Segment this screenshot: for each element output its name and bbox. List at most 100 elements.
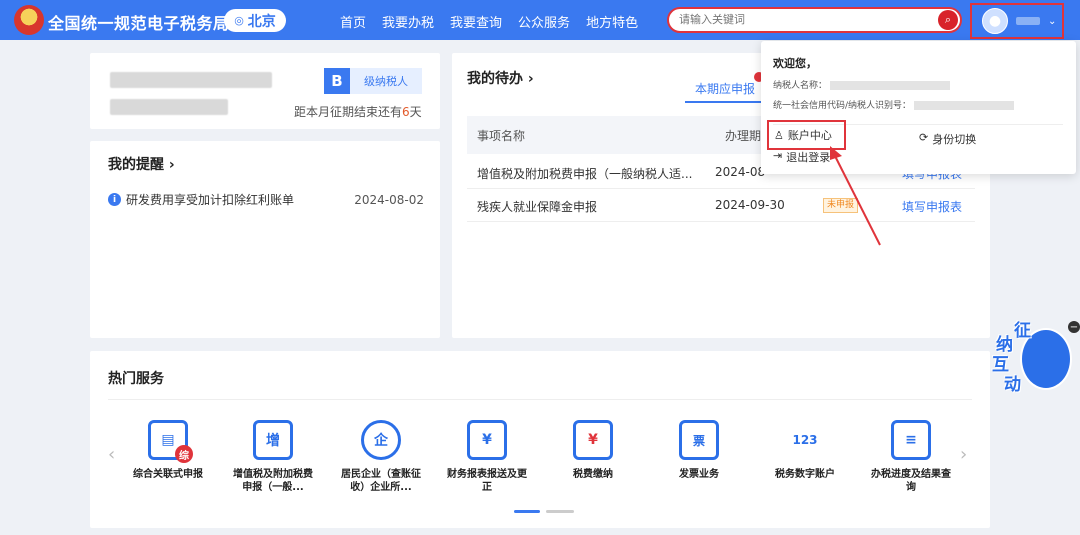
service-label: 增值税及附加税费申报（一般... bbox=[233, 469, 313, 493]
hot-services-title: 热门服务 bbox=[108, 371, 164, 387]
digital-account-icon: 123 bbox=[785, 420, 825, 460]
deadline-days: 6 bbox=[402, 105, 410, 119]
financial-statement-icon: ¥ bbox=[467, 420, 507, 460]
service-label: 财务报表报送及更正 bbox=[447, 469, 527, 493]
credit-grade-label: 级纳税人 bbox=[350, 68, 422, 94]
credit-code-line: 统一社会信用代码/纳税人识别号： bbox=[773, 98, 1014, 111]
taxpayer-id-masked bbox=[110, 99, 228, 115]
nav-handle-tax[interactable]: 我要办税 bbox=[382, 12, 434, 31]
service-item-financial-statement[interactable]: ¥ 财务报表报送及更正 bbox=[439, 420, 535, 494]
glyph: 123 bbox=[792, 433, 818, 447]
col-deadline: 办理期 bbox=[725, 129, 762, 143]
reminder-date: 2024-08-02 bbox=[354, 192, 424, 207]
tax-payment-icon: ¥ bbox=[573, 420, 613, 460]
site-title[interactable]: 全国统一规范电子税务局 bbox=[48, 10, 230, 34]
switch-identity-button[interactable]: ⟳ 身份切换 bbox=[919, 131, 976, 147]
welcome-text: 欢迎您， bbox=[773, 57, 817, 70]
user-icon: ♙ bbox=[774, 128, 784, 142]
mascot-char: 征 bbox=[1014, 321, 1031, 341]
service-label: 发票业务 bbox=[679, 469, 719, 480]
refresh-icon: ⟳ bbox=[919, 131, 929, 144]
nav-query[interactable]: 我要查询 bbox=[450, 12, 502, 31]
fill-report-link[interactable]: 填写申报表 bbox=[902, 198, 962, 215]
user-menu-trigger[interactable]: ● ⌄ bbox=[970, 3, 1064, 39]
reminder-item[interactable]: i 研发费用享受加计扣除红利账单 2024-08-02 bbox=[108, 191, 424, 208]
credit-code-label: 统一社会信用代码/纳税人识别号： bbox=[773, 101, 912, 111]
carousel-next-icon[interactable]: › bbox=[960, 444, 967, 465]
tax-bureau-emblem-icon bbox=[14, 5, 44, 35]
user-dropdown: 欢迎您， 纳税人名称： 统一社会信用代码/纳税人识别号： ♙ 账户中心 ⟳ 身份… bbox=[761, 41, 1076, 174]
reminder-text: 研发费用享受加计扣除红利账单 bbox=[126, 193, 295, 207]
top-header: 全国统一规范电子税务局 ◎ 北京 首页 我要办税 我要查询 公众服务 地方特色 … bbox=[0, 0, 1080, 40]
credit-code-masked bbox=[913, 101, 1014, 110]
service-item-enterprise-tax[interactable]: 企 居民企业（查账征收）企业所... bbox=[333, 420, 429, 494]
comprehensive-report-icon: ▤ 综 bbox=[148, 420, 193, 463]
search-box: ⌕ bbox=[667, 7, 962, 33]
glyph: 企 bbox=[374, 433, 388, 449]
col-item-name: 事项名称 bbox=[477, 129, 526, 143]
credit-grade-badge: B bbox=[324, 68, 350, 94]
service-label: 税务数字账户 bbox=[775, 469, 835, 480]
main-nav: 首页 我要办税 我要查询 公众服务 地方特色 bbox=[340, 12, 638, 31]
mascot-char: 动 bbox=[1004, 375, 1021, 395]
tab-underline bbox=[685, 101, 765, 103]
service-item-comprehensive[interactable]: ▤ 综 综合关联式申报 bbox=[120, 420, 216, 481]
service-label: 居民企业（查账征收）企业所... bbox=[341, 469, 421, 493]
glyph: 增 bbox=[266, 433, 280, 449]
tab-current-period[interactable]: 本期应申报 bbox=[695, 80, 755, 97]
carousel-dot[interactable] bbox=[546, 510, 574, 513]
interaction-mascot[interactable]: 征 纳 互 动 bbox=[990, 318, 1072, 396]
switch-identity-label: 身份切换 bbox=[932, 133, 977, 146]
glyph: ¥ bbox=[482, 432, 492, 448]
service-item-progress-query[interactable]: ≡ 办税进度及结果查询 bbox=[863, 420, 959, 494]
divider bbox=[108, 399, 972, 400]
chevron-down-icon: ⌄ bbox=[1048, 15, 1057, 27]
row-name: 增值税及附加税费申报（一般纳税人适... bbox=[477, 167, 693, 181]
glyph: 票 bbox=[692, 433, 705, 448]
vat-report-icon: 增 bbox=[253, 420, 293, 460]
deadline-prefix: 距本月征期结束还有 bbox=[294, 105, 403, 119]
invoice-icon: 票 bbox=[679, 420, 719, 460]
location-pin-icon: ◎ bbox=[234, 14, 244, 27]
carousel-dot-active[interactable] bbox=[514, 510, 540, 513]
reminders-title-text: 我的提醒 bbox=[108, 157, 164, 173]
deadline-suffix: 天 bbox=[409, 105, 422, 119]
service-label: 税费缴纳 bbox=[573, 469, 613, 480]
todo-title-text: 我的待办 bbox=[467, 71, 523, 87]
annotation-arrow bbox=[830, 146, 881, 246]
taxpayer-name-masked bbox=[110, 72, 272, 88]
taxpayer-name-masked bbox=[829, 81, 950, 90]
glyph: ≡ bbox=[905, 432, 917, 448]
user-name-masked bbox=[1016, 17, 1040, 25]
nav-local-feature[interactable]: 地方特色 bbox=[586, 12, 638, 31]
todo-title[interactable]: 我的待办 › bbox=[467, 68, 534, 88]
table-row[interactable]: 残疾人就业保障金申报 2024-09-30 未申报 填写申报表 bbox=[467, 189, 975, 222]
row-date: 2024-08 bbox=[715, 165, 766, 179]
enterprise-tax-icon: 企 bbox=[361, 420, 401, 460]
glyph: ¥ bbox=[588, 432, 598, 448]
row-name: 残疾人就业保障金申报 bbox=[477, 200, 598, 214]
service-item-tax-payment[interactable]: ¥ 税费缴纳 bbox=[545, 420, 641, 481]
region-label: 北京 bbox=[247, 13, 276, 30]
taxpayer-name-label: 纳税人名称： bbox=[773, 81, 828, 91]
logout-icon: ⇥ bbox=[773, 149, 783, 162]
nav-public-service[interactable]: 公众服务 bbox=[518, 12, 570, 31]
carousel-prev-icon[interactable]: ‹ bbox=[108, 444, 115, 465]
deadline-text: 距本月征期结束还有6天 bbox=[294, 103, 422, 120]
progress-query-icon: ≡ bbox=[891, 420, 931, 460]
reminders-title[interactable]: 我的提醒 › bbox=[108, 154, 175, 174]
region-selector[interactable]: ◎ 北京 bbox=[224, 9, 286, 32]
search-icon[interactable]: ⌕ bbox=[938, 10, 958, 30]
row-date: 2024-09-30 bbox=[715, 198, 785, 212]
service-label: 综合关联式申报 bbox=[133, 469, 203, 480]
service-item-invoice[interactable]: 票 发票业务 bbox=[651, 420, 747, 481]
search-input[interactable] bbox=[669, 9, 919, 31]
close-icon[interactable]: − bbox=[1068, 321, 1080, 333]
service-label: 办税进度及结果查询 bbox=[871, 469, 951, 493]
glyph: 综 bbox=[175, 445, 193, 463]
taxpayer-name-line: 纳税人名称： bbox=[773, 78, 950, 91]
service-item-digital-account[interactable]: 123 税务数字账户 bbox=[757, 420, 853, 481]
service-item-vat[interactable]: 增 增值税及附加税费申报（一般... bbox=[225, 420, 321, 494]
nav-home[interactable]: 首页 bbox=[340, 12, 366, 31]
avatar-icon: ● bbox=[982, 8, 1008, 34]
